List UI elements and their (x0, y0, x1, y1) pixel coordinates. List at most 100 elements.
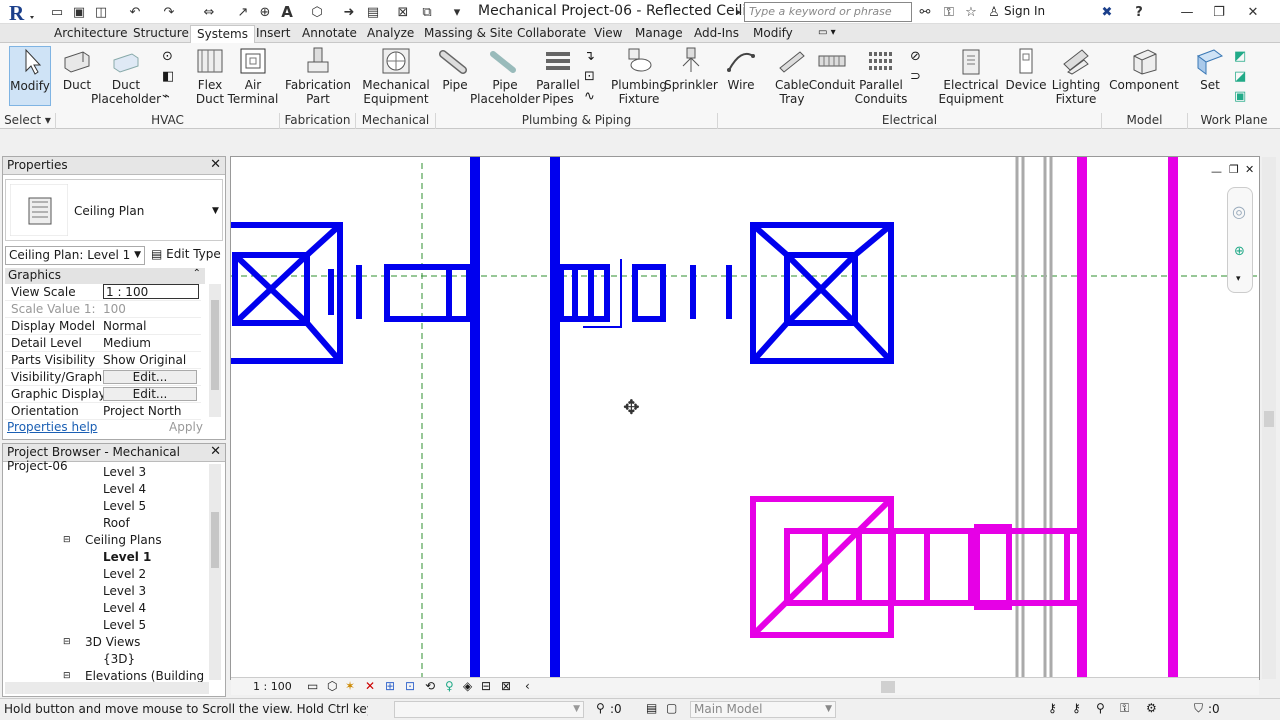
select-links-icon[interactable]: ⚷ (1048, 701, 1057, 715)
drag-elements-icon[interactable]: ⚙ (1146, 701, 1157, 715)
tab-view[interactable]: View (594, 25, 622, 43)
browser-scrollbar[interactable] (209, 464, 221, 680)
vg-edit-button[interactable]: Edit... (103, 370, 197, 384)
properties-scrollbar[interactable] (209, 284, 221, 417)
browser-hscrollbar[interactable] (5, 682, 209, 694)
switch-windows-icon[interactable]: ⧉ (418, 3, 436, 21)
temporary-hide-icon[interactable]: ⟲ (425, 679, 435, 693)
viewer-icon[interactable]: ▣ (1234, 89, 1246, 104)
nav-options-icon[interactable]: ▾ (1236, 274, 1241, 284)
duct-placeholder-button[interactable]: Duct Placeholder (91, 46, 161, 108)
panel-hvac[interactable]: HVAC (56, 113, 280, 129)
tab-collaborate[interactable]: Collaborate (517, 25, 586, 43)
zoom-icon[interactable]: ⊕ (1234, 244, 1245, 259)
view-scale-indicator[interactable]: 1 : 100 (253, 680, 292, 693)
chevron-down-icon[interactable]: ▼ (212, 206, 219, 216)
close-icon[interactable]: ✕ (1244, 3, 1262, 21)
search-input[interactable]: Type a keyword or phrase (744, 2, 912, 22)
convert-to-flex-icon[interactable]: ⌁ (162, 89, 170, 104)
panel-plumbing-piping[interactable]: Plumbing & Piping (436, 113, 718, 129)
sync-icon[interactable]: ◫ (92, 3, 110, 21)
air-terminal-button[interactable]: Air Terminal (228, 46, 278, 108)
tab-annotate[interactable]: Annotate (302, 25, 357, 43)
default-3d-icon[interactable]: ⬡ (308, 3, 326, 21)
tab-add-ins[interactable]: Add-Ins (694, 25, 739, 43)
ribbon-minimize-icon[interactable]: ▭ ▾ (818, 27, 836, 38)
steering-wheel-icon[interactable]: ◎ (1232, 202, 1246, 221)
analytical-model-icon[interactable]: ◈ (463, 679, 472, 693)
pipe-button[interactable]: Pipe (438, 46, 472, 108)
tab-analyze[interactable]: Analyze (367, 25, 414, 43)
detail-level-icon[interactable]: ▭ (307, 679, 318, 693)
sun-path-icon[interactable]: ✶ (345, 679, 355, 693)
text-icon[interactable]: A (278, 3, 296, 21)
binoculars-icon[interactable]: ⚯ (916, 3, 934, 21)
save-icon[interactable]: ▣ (70, 3, 88, 21)
ref-plane-icon[interactable]: ◪ (1234, 69, 1246, 84)
canvas-hscroll-thumb[interactable] (881, 681, 895, 693)
type-selector[interactable]: Ceiling Plan ▼ (5, 179, 223, 241)
show-work-plane-icon[interactable]: ◩ (1234, 49, 1246, 64)
mechanical-equipment-button[interactable]: Mechanical Equipment (362, 46, 430, 108)
tab-structure[interactable]: Structure (133, 25, 189, 43)
tree-item[interactable]: {3D} (103, 652, 135, 667)
collapse-toggle-icon[interactable]: ⊟ (63, 533, 71, 548)
component-button[interactable]: Component (1109, 46, 1179, 108)
lighting-fixture-button[interactable]: Lighting Fixture (1052, 46, 1100, 108)
tab-massing-site[interactable]: Massing & Site (424, 25, 513, 43)
view-scale-input[interactable]: 1 : 100 (103, 284, 199, 299)
tree-item[interactable]: Level 5 (103, 499, 146, 514)
electrical-equipment-button[interactable]: Electrical Equipment (938, 46, 1004, 108)
thin-lines-icon[interactable]: ▤ (364, 3, 382, 21)
panel-mechanical[interactable]: Mechanical (356, 113, 436, 129)
select-pinned-icon[interactable]: ⚲ (1096, 701, 1105, 715)
tab-architecture[interactable]: Architecture (54, 25, 127, 43)
undo-icon[interactable]: ↶ (126, 3, 144, 21)
flex-pipe-icon[interactable]: ∿ (584, 89, 595, 104)
select-by-face-icon[interactable]: ⚿ (1120, 701, 1129, 716)
tag-icon[interactable]: ⊕ (256, 3, 274, 21)
tree-item[interactable]: Level 3 (103, 584, 146, 599)
minimize-icon[interactable]: — (1178, 3, 1196, 21)
aligned-dimension-icon[interactable]: ↗ (234, 3, 252, 21)
cable-tray-button[interactable]: Cable Tray (772, 46, 812, 108)
design-option-selector[interactable]: Main Model ▼ (690, 701, 836, 718)
reveal-hidden-icon[interactable]: ♀ (445, 679, 454, 693)
sprinkler-button[interactable]: Sprinkler (664, 46, 718, 108)
conduit-button[interactable]: Conduit (809, 46, 855, 108)
canvas-vscrollbar[interactable] (1262, 157, 1276, 679)
visual-style-icon[interactable]: ⬡ (327, 679, 337, 693)
wire-button[interactable]: Wire (724, 46, 758, 108)
duct-button[interactable]: Duct (60, 46, 94, 108)
tree-item[interactable]: Roof (103, 516, 130, 531)
graphic-display-edit-button[interactable]: Edit... (103, 387, 197, 401)
panel-work-plane[interactable]: Work Plane (1188, 113, 1280, 129)
collapse-icon[interactable]: ⌃ (193, 268, 201, 279)
cable-tray-fitting-icon[interactable]: ⊘ (910, 49, 921, 64)
tree-group-3d-views[interactable]: 3D Views (85, 635, 140, 650)
tree-group-ceiling-plans[interactable]: Ceiling Plans (85, 533, 162, 548)
restore-icon[interactable]: ❐ (1210, 3, 1228, 21)
open-icon[interactable]: ▭ (48, 3, 66, 21)
duct-accessory-icon[interactable]: ◧ (162, 69, 174, 84)
measure-icon[interactable]: ⇔ (200, 3, 218, 21)
tree-item[interactable]: Level 4 (103, 601, 146, 616)
apply-button[interactable]: Apply (151, 419, 221, 437)
set-button[interactable]: Set (1194, 46, 1226, 108)
qat-dropdown-icon[interactable]: ▾ (448, 3, 466, 21)
parallel-conduits-button[interactable]: Parallel Conduits (855, 46, 907, 108)
temporary-view-properties-icon[interactable]: ⊟ (481, 679, 491, 693)
view-minimize-icon[interactable]: — (1211, 165, 1222, 178)
properties-help-link[interactable]: Properties help (7, 420, 97, 434)
panel-select[interactable]: Select ▾ (0, 113, 56, 129)
tab-manage[interactable]: Manage (635, 25, 683, 43)
fabrication-part-button[interactable]: Fabrication Part (285, 46, 351, 108)
panel-electrical[interactable]: Electrical (718, 113, 1102, 129)
device-button[interactable]: Device (1005, 46, 1047, 108)
pipe-placeholder-button[interactable]: Pipe Placeholder (470, 46, 540, 108)
prop-detail-level[interactable]: Detail Level Medium (5, 335, 201, 352)
tab-insert[interactable]: Insert (256, 25, 290, 43)
section-icon[interactable]: ➜ (340, 3, 358, 21)
graphics-group-header[interactable]: Graphics ⌃ (5, 268, 205, 284)
filter-icon[interactable]: ⛉ (1194, 701, 1203, 716)
